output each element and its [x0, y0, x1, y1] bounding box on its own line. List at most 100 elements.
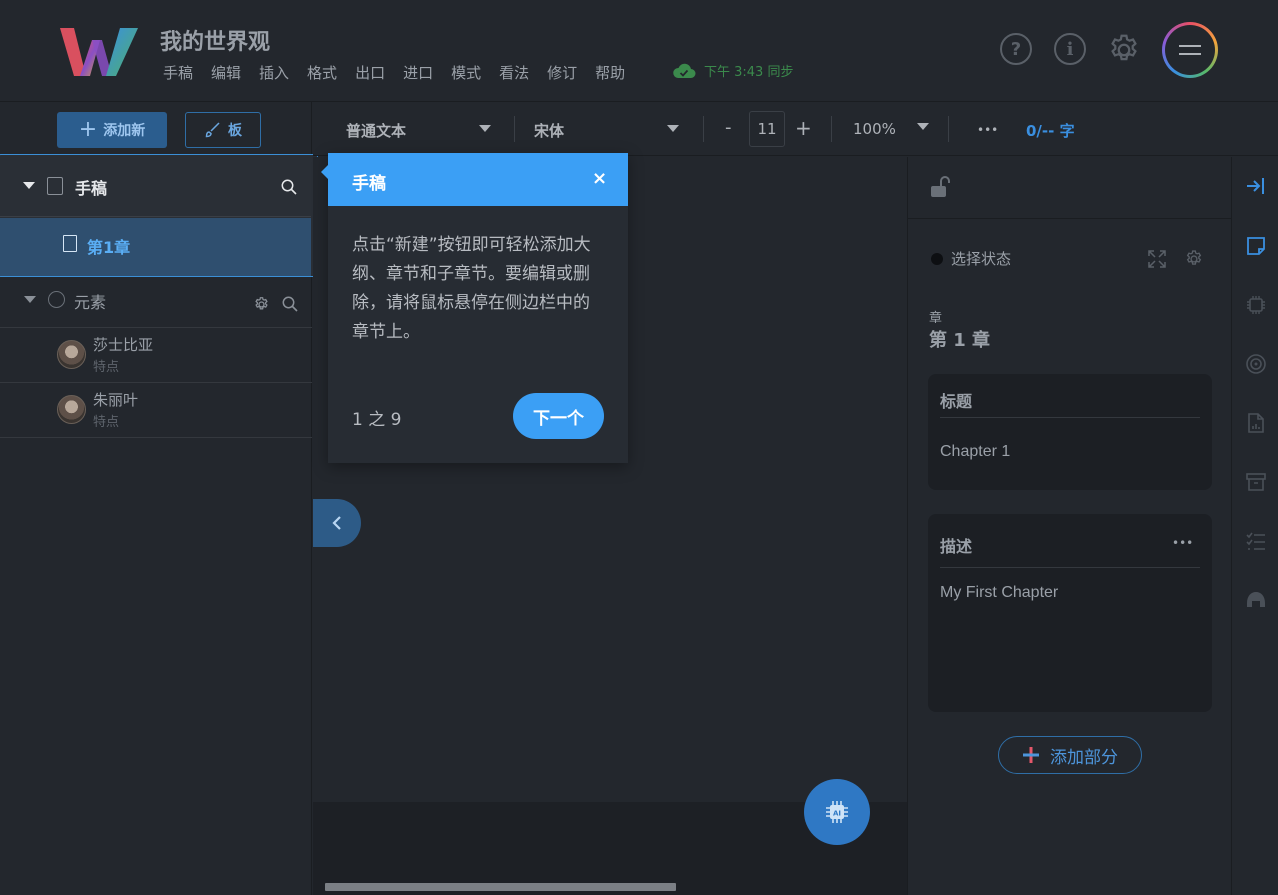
menu-format[interactable]: 格式 [307, 62, 337, 83]
tour-popover: 手稿 × 点击“新建”按钮即可轻松添加大纲、章节和子章节。要编辑或删除，请将鼠标… [321, 153, 628, 463]
toolbar-divider [948, 116, 949, 142]
menu-view[interactable]: 看法 [499, 62, 529, 83]
gear-icon[interactable] [1106, 32, 1142, 68]
help-icon[interactable]: ? [1000, 33, 1032, 65]
document-icon [63, 235, 77, 252]
manuscript-title: 手稿 [75, 179, 108, 198]
element-name: 莎士比亚 [93, 336, 154, 354]
menu-manuscript[interactable]: 手稿 [163, 62, 193, 83]
info-icon[interactable]: i [1054, 33, 1086, 65]
font-size-increase-button[interactable]: + [795, 116, 812, 140]
collapse-sidebar-button[interactable] [313, 499, 361, 547]
element-item[interactable]: 莎士比亚 特点 [0, 328, 312, 383]
checklist-icon[interactable] [1245, 530, 1267, 552]
chevron-down-icon[interactable] [917, 123, 929, 130]
status-select[interactable]: 选择状态 [951, 248, 1011, 269]
text-style-value: 普通文本 [346, 122, 407, 140]
ai-assistant-button[interactable]: AI [804, 779, 870, 845]
unlock-icon[interactable] [930, 175, 950, 199]
app-header: 我的世界观 手稿 编辑 插入 格式 出口 进口 模式 看法 修订 帮助 下午 3… [0, 0, 1278, 102]
elements-gear-icon[interactable] [253, 296, 270, 313]
target-icon[interactable] [1245, 353, 1267, 375]
right-rail [1231, 157, 1278, 895]
search-icon[interactable] [281, 179, 297, 195]
chevron-down-icon[interactable] [667, 125, 679, 132]
manuscript-header[interactable]: 手稿 [0, 155, 311, 217]
font-size-decrease-button[interactable]: - [725, 117, 732, 138]
font-size-input[interactable]: 11 [749, 111, 785, 147]
more-options-icon[interactable]: ••• [977, 123, 998, 137]
tour-title: 手稿 [352, 174, 386, 194]
expand-caret-icon[interactable] [24, 296, 36, 303]
ai-chip-icon[interactable] [1245, 294, 1267, 316]
zoom-select[interactable]: 100% [853, 120, 896, 138]
plus-icon [1023, 747, 1039, 763]
title-card-label: 标题 [940, 392, 973, 411]
manuscript-section: 手稿 第1章 [0, 154, 318, 277]
chapter-caption: 章 [929, 311, 943, 326]
popover-arrow [321, 165, 328, 179]
add-section-label: 添加部分 [1050, 747, 1118, 768]
menu-help[interactable]: 帮助 [595, 62, 625, 83]
word-count[interactable]: 0/-- 字 [1026, 120, 1075, 141]
cloud-check-icon [673, 63, 696, 78]
hamburger-menu-icon[interactable] [1162, 22, 1218, 78]
status-dot [931, 253, 943, 265]
right-panel: 选择状态 章 第 1 章 标题 Chapter 1 描述 ••• My Firs… [907, 157, 1232, 895]
font-value: 宋体 [534, 122, 565, 140]
book-icon [47, 177, 63, 195]
gear-icon[interactable] [1184, 249, 1204, 269]
sync-status: 下午 3:43 同步 [672, 61, 793, 80]
title-card: 标题 Chapter 1 [928, 374, 1212, 490]
doc-stats-icon[interactable] [1245, 412, 1267, 434]
divider [940, 417, 1200, 418]
brush-icon [205, 122, 220, 138]
element-item[interactable]: 朱丽叶 特点 [0, 383, 312, 438]
more-options-icon[interactable]: ••• [1172, 536, 1193, 550]
horizontal-scrollbar[interactable] [313, 879, 907, 893]
chapter-name: 第 1 章 [929, 330, 991, 351]
archive-icon[interactable] [1245, 471, 1267, 493]
element-name: 朱丽叶 [93, 391, 139, 409]
font-select[interactable]: 宋体 [534, 120, 674, 141]
description-card: 描述 ••• My First Chapter [928, 514, 1212, 712]
tour-header: 手稿 × [328, 153, 628, 206]
svg-text:AI: AI [833, 810, 841, 818]
expand-caret-icon[interactable] [23, 182, 35, 189]
chapter-label: 第1章 [87, 238, 131, 257]
divider [940, 567, 1200, 568]
editor-toolbar: 普通文本 宋体 - 11 + 100% ••• 0/-- 字 [313, 102, 1278, 156]
tour-body: 点击“新建”按钮即可轻松添加大纲、章节和子章节。要编辑或删除，请将鼠标悬停在侧边… [352, 235, 591, 342]
menu-edit[interactable]: 编辑 [211, 62, 241, 83]
app-title: 我的世界观 [160, 30, 271, 55]
scrollbar-thumb[interactable] [325, 883, 676, 891]
elements-search-icon[interactable] [282, 296, 298, 312]
helmet-icon[interactable] [1245, 589, 1267, 611]
collapse-panel-icon[interactable] [1245, 175, 1267, 197]
description-field[interactable]: My First Chapter [940, 584, 1058, 602]
menu-export[interactable]: 出口 [355, 62, 385, 83]
toolbar-divider [703, 116, 704, 142]
right-panel-toolbar [908, 157, 1232, 219]
add-section-button[interactable]: 添加部分 [998, 736, 1142, 774]
board-button[interactable]: 板 [185, 112, 261, 148]
add-new-button[interactable]: + 添加新 [57, 112, 167, 148]
toolbar-divider [514, 116, 515, 142]
menu-insert[interactable]: 插入 [259, 62, 289, 83]
text-style-select[interactable]: 普通文本 [346, 120, 496, 141]
close-icon[interactable]: × [592, 168, 607, 189]
avatar [57, 340, 86, 369]
menu-bar: 手稿 编辑 插入 格式 出口 进口 模式 看法 修订 帮助 [163, 62, 643, 83]
menu-mode[interactable]: 模式 [451, 62, 481, 83]
menu-revision[interactable]: 修订 [547, 62, 577, 83]
expand-icon[interactable] [1148, 250, 1166, 268]
menu-import[interactable]: 进口 [403, 62, 433, 83]
title-field[interactable]: Chapter 1 [940, 443, 1010, 461]
next-button[interactable]: 下一个 [513, 393, 604, 439]
elements-header[interactable]: 元素 [0, 280, 312, 328]
notes-icon[interactable] [1245, 235, 1267, 257]
elements-title: 元素 [74, 293, 107, 312]
chevron-down-icon[interactable] [479, 125, 491, 132]
sidebar-item-chapter-1[interactable]: 第1章 [0, 218, 311, 276]
chevron-left-icon [332, 516, 341, 530]
